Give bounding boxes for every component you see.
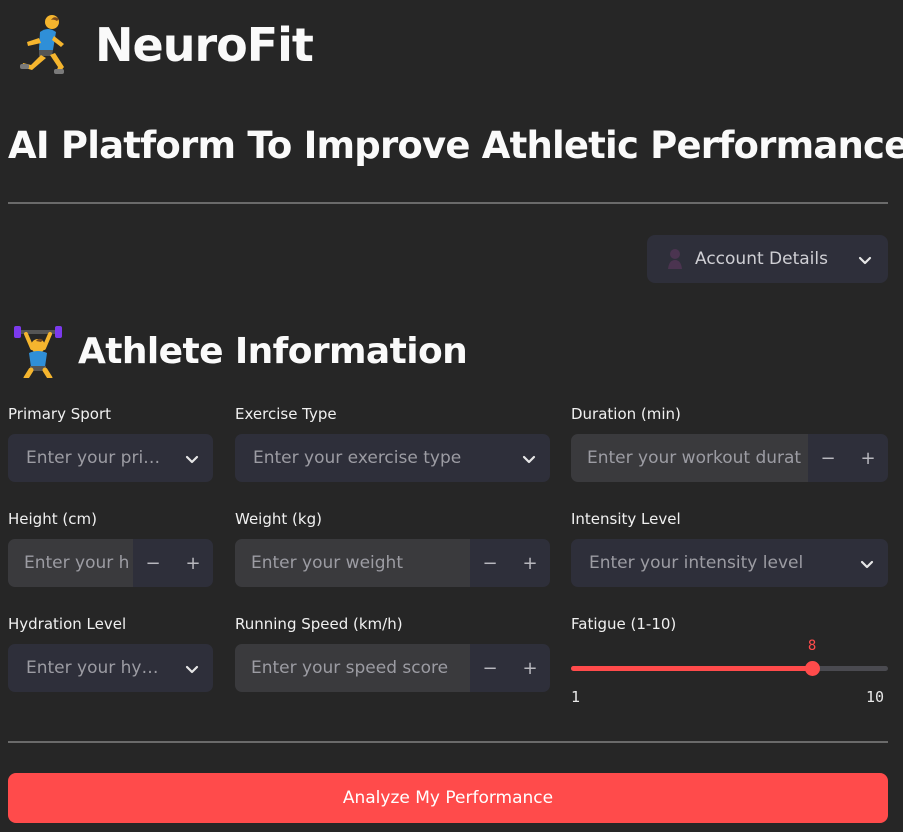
weight-stepper[interactable]: Enter your weight − + xyxy=(235,539,550,587)
primary-sport-select[interactable]: Enter your pri… xyxy=(8,434,213,482)
running-speed-increment-button[interactable]: + xyxy=(510,644,550,692)
duration-stepper[interactable]: Enter your workout durat − + xyxy=(571,434,888,482)
exercise-type-placeholder: Enter your exercise type xyxy=(253,448,462,468)
person-silhouette-icon xyxy=(665,248,683,270)
chevron-down-icon xyxy=(522,451,536,465)
duration-decrement-button[interactable]: − xyxy=(808,434,848,482)
form-divider xyxy=(8,741,888,743)
duration-increment-button[interactable]: + xyxy=(848,434,888,482)
app-title: NeuroFit xyxy=(95,18,314,72)
fatigue-label: Fatigue (1-10) xyxy=(571,615,677,633)
hydration-label: Hydration Level xyxy=(8,615,127,633)
page-subtitle: AI Platform To Improve Athletic Performa… xyxy=(8,124,903,167)
running-person-icon xyxy=(14,14,72,74)
height-increment-button[interactable]: + xyxy=(173,539,213,587)
fatigue-slider-min: 1 xyxy=(571,688,581,706)
account-details-expander[interactable]: Account Details xyxy=(647,235,888,283)
fatigue-slider-thumb[interactable] xyxy=(804,661,820,676)
weight-increment-button[interactable]: + xyxy=(510,539,550,587)
exercise-type-select[interactable]: Enter your exercise type xyxy=(235,434,550,482)
primary-sport-placeholder: Enter your pri… xyxy=(26,448,161,468)
fatigue-slider-max: 10 xyxy=(866,688,885,706)
chevron-down-icon xyxy=(185,451,199,465)
duration-input[interactable]: Enter your workout durat xyxy=(571,434,808,482)
fatigue-slider-fill xyxy=(571,666,813,671)
intensity-select[interactable]: Enter your intensity level xyxy=(571,539,888,587)
chevron-down-icon xyxy=(185,661,199,675)
duration-label: Duration (min) xyxy=(571,405,681,423)
exercise-type-label: Exercise Type xyxy=(235,405,337,423)
running-speed-label: Running Speed (km/h) xyxy=(235,615,403,633)
height-decrement-button[interactable]: − xyxy=(133,539,173,587)
primary-sport-label: Primary Sport xyxy=(8,405,112,423)
section-title: Athlete Information xyxy=(78,331,468,372)
weight-decrement-button[interactable]: − xyxy=(470,539,510,587)
account-details-label: Account Details xyxy=(695,249,828,269)
hydration-placeholder: Enter your hy… xyxy=(26,658,159,678)
height-label: Height (cm) xyxy=(8,510,97,528)
chevron-down-icon xyxy=(860,556,874,570)
intensity-placeholder: Enter your intensity level xyxy=(589,553,804,573)
analyze-performance-button[interactable]: Analyze My Performance xyxy=(8,773,888,823)
chevron-down-icon xyxy=(858,252,872,266)
height-stepper[interactable]: Enter your h − + xyxy=(8,539,213,587)
intensity-label: Intensity Level xyxy=(571,510,681,528)
weight-label: Weight (kg) xyxy=(235,510,322,528)
height-input[interactable]: Enter your h xyxy=(8,539,133,587)
weight-input[interactable]: Enter your weight xyxy=(235,539,470,587)
header-divider xyxy=(8,202,888,204)
weightlifter-icon xyxy=(12,326,64,381)
running-speed-input[interactable]: Enter your speed score xyxy=(235,644,470,692)
fatigue-slider-value: 8 xyxy=(807,638,817,654)
running-speed-decrement-button[interactable]: − xyxy=(470,644,510,692)
running-speed-stepper[interactable]: Enter your speed score − + xyxy=(235,644,550,692)
hydration-select[interactable]: Enter your hy… xyxy=(8,644,213,692)
